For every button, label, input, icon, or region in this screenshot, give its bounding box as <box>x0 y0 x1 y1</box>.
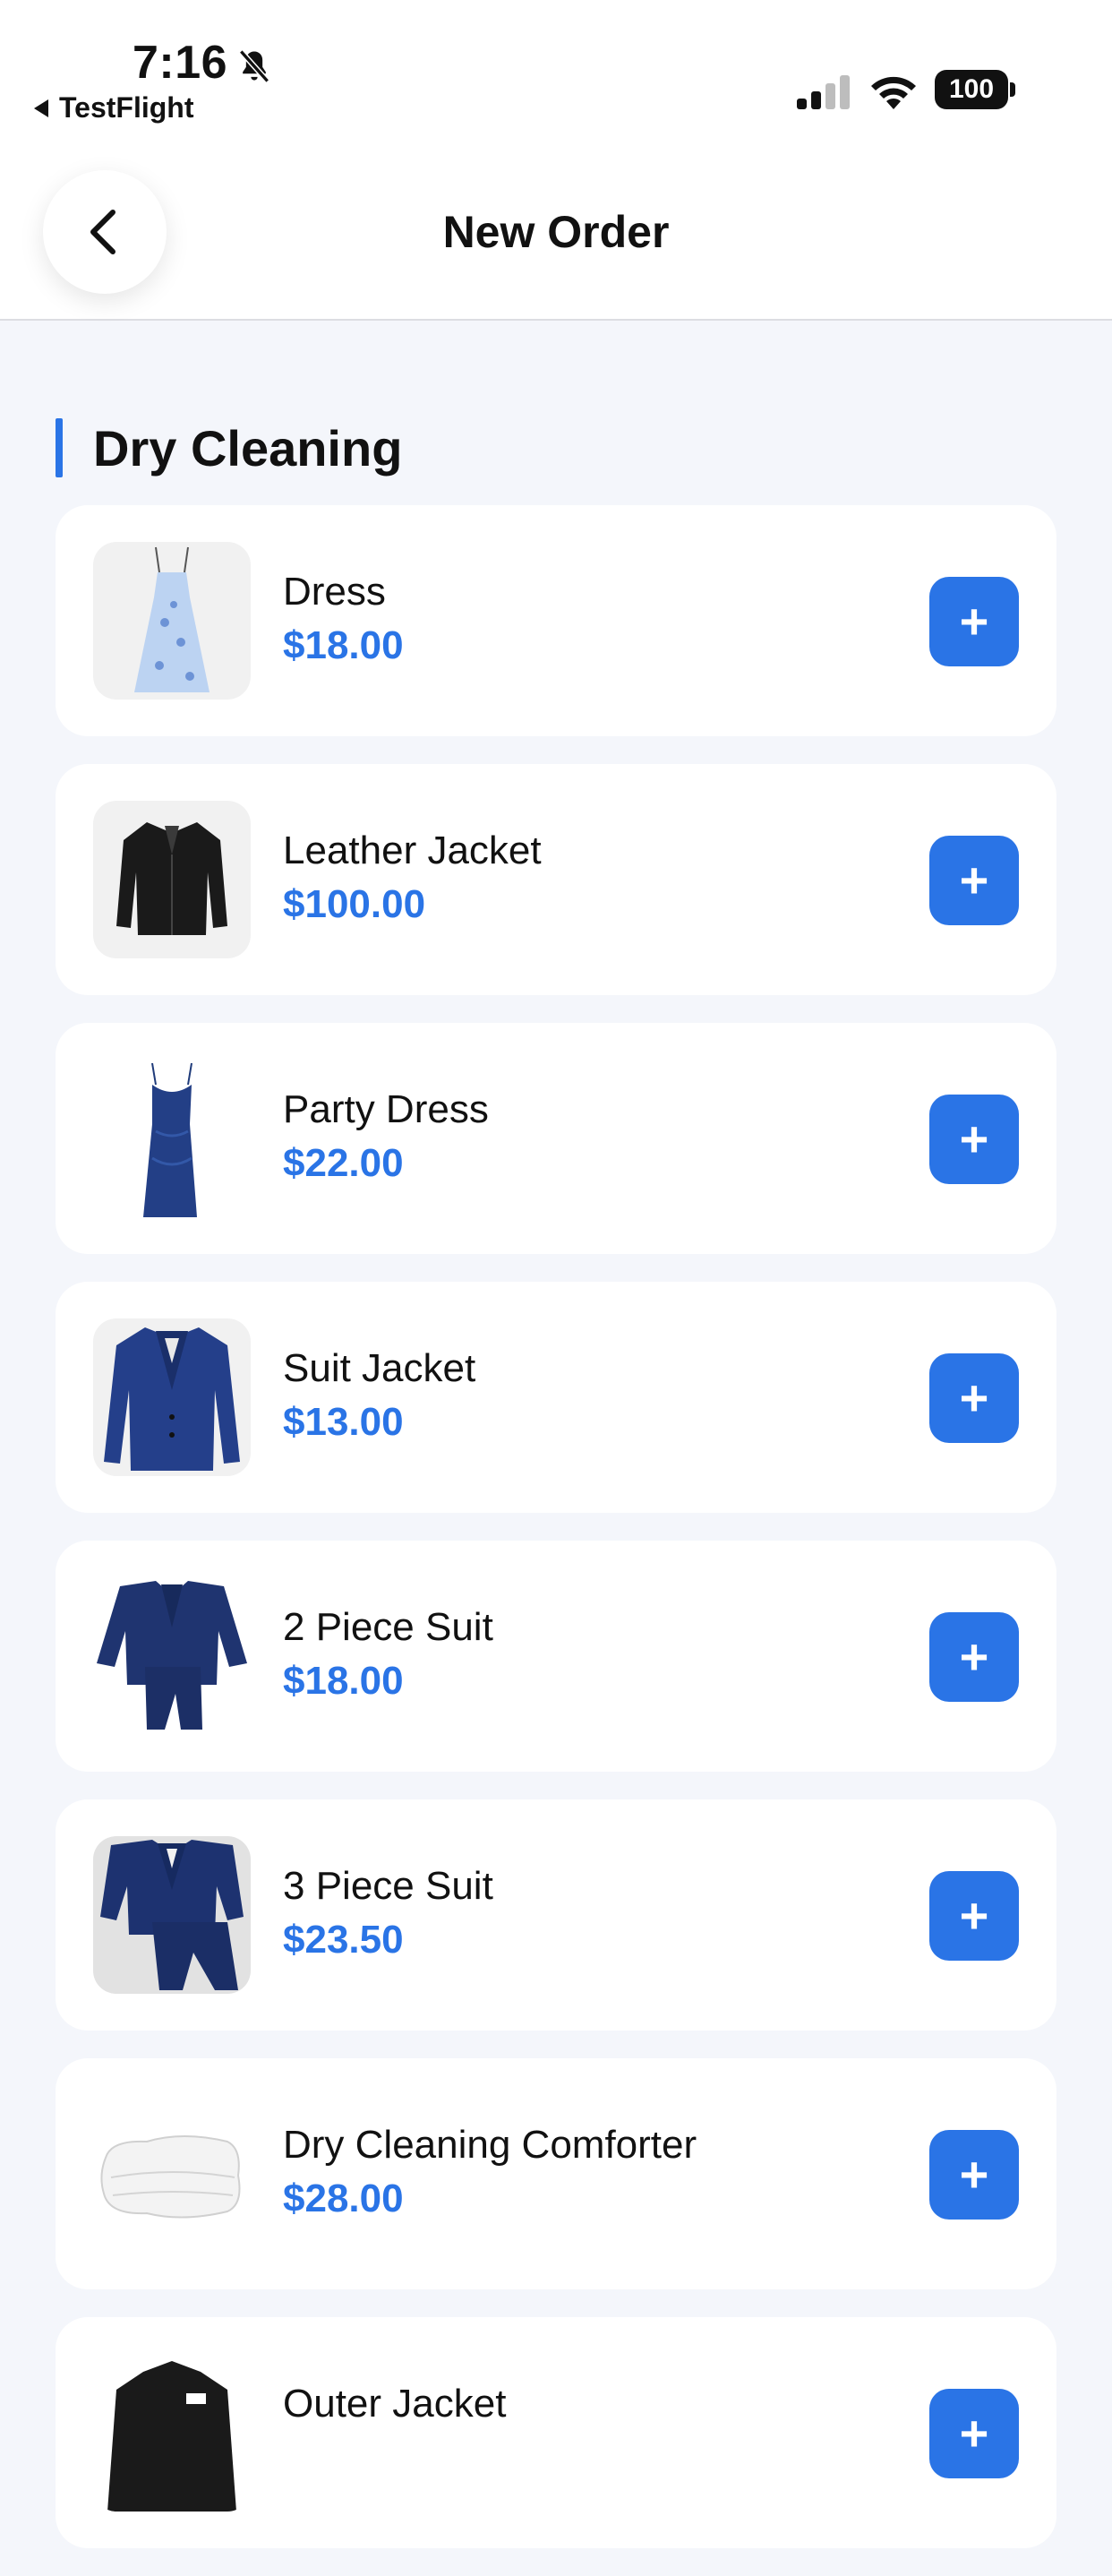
add-item-button[interactable]: + <box>929 836 1019 925</box>
item-image-dress <box>93 542 251 700</box>
add-item-button[interactable]: + <box>929 2130 1019 2220</box>
item-card[interactable]: Suit Jacket $13.00 + <box>56 1282 1056 1513</box>
item-image-leather-jacket <box>93 801 251 958</box>
item-price: $18.00 <box>283 623 404 667</box>
item-name: Leather Jacket <box>283 829 542 872</box>
item-name: Party Dress <box>283 1087 489 1131</box>
bell-slash-icon <box>238 49 270 83</box>
section-title: Dry Cleaning <box>93 419 403 477</box>
status-time: 7:16 <box>133 37 228 89</box>
add-item-button[interactable]: + <box>929 2389 1019 2478</box>
item-card[interactable]: 3 Piece Suit $23.50 + <box>56 1799 1056 2031</box>
item-card[interactable]: 2 Piece Suit $18.00 + <box>56 1541 1056 1772</box>
item-price: $18.00 <box>283 1659 404 1703</box>
back-to-app-link[interactable]: TestFlight <box>34 91 194 125</box>
item-name: 3 Piece Suit <box>283 1864 493 1908</box>
item-card[interactable]: Outer Jacket + <box>56 2317 1056 2548</box>
item-price: $22.00 <box>283 1141 404 1185</box>
item-image-suit-jacket <box>93 1318 251 1476</box>
add-item-button[interactable]: + <box>929 1353 1019 1443</box>
item-card[interactable]: Leather Jacket $100.00 + <box>56 764 1056 995</box>
battery-icon: 100 <box>935 70 1017 109</box>
item-list: Dress $18.00 + Leather Jacket $100.00 + <box>56 505 1056 2576</box>
add-item-button[interactable]: + <box>929 1095 1019 1184</box>
section-accent-bar <box>56 418 63 477</box>
item-image-outer-jacket <box>93 2354 251 2512</box>
add-item-button[interactable]: + <box>929 1871 1019 1961</box>
item-price: $23.50 <box>283 1918 404 1962</box>
item-name: Outer Jacket <box>283 2382 507 2426</box>
page-title: New Order <box>442 207 670 257</box>
item-card[interactable]: Party Dress $22.00 + <box>56 1023 1056 1254</box>
item-price: $100.00 <box>283 882 426 926</box>
item-image-comforter <box>93 2095 251 2253</box>
navigation-bar: New Order <box>0 143 1112 321</box>
back-triangle-icon <box>34 99 48 117</box>
signal-icon <box>797 75 850 109</box>
add-item-button[interactable]: + <box>929 1612 1019 1702</box>
item-name: Suit Jacket <box>283 1346 476 1390</box>
add-item-button[interactable]: + <box>929 577 1019 666</box>
item-image-3-piece-suit <box>93 1836 251 1994</box>
item-image-party-dress <box>93 1060 251 1217</box>
item-image-2-piece-suit <box>93 1577 251 1735</box>
item-price: $13.00 <box>283 1400 404 1444</box>
section-header: Dry Cleaning <box>56 417 402 478</box>
battery-level: 100 <box>935 70 1008 109</box>
item-name: 2 Piece Suit <box>283 1605 493 1649</box>
item-name: Dry Cleaning Comforter <box>283 2123 697 2167</box>
item-card[interactable]: Dress $18.00 + <box>56 505 1056 736</box>
wifi-icon <box>871 76 916 109</box>
item-name: Dress <box>283 570 386 614</box>
item-price: $28.00 <box>283 2177 404 2220</box>
back-app-label: TestFlight <box>59 91 194 124</box>
back-button[interactable] <box>43 170 167 294</box>
item-card[interactable]: Dry Cleaning Comforter $28.00 + <box>56 2058 1056 2289</box>
status-bar: 7:16 TestFlight 100 <box>0 0 1112 143</box>
chevron-left-icon <box>90 210 115 254</box>
